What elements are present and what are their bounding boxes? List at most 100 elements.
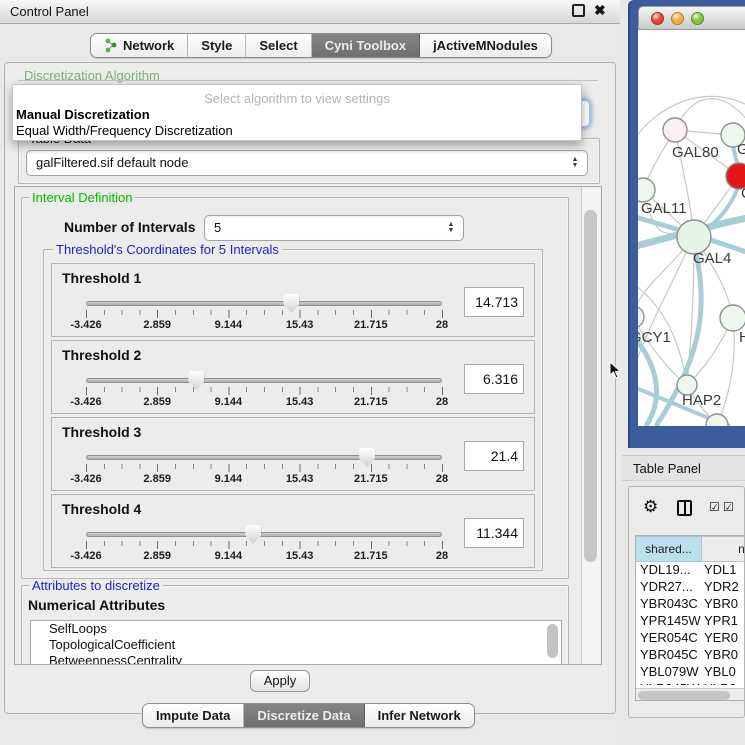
slider-major-ticks xyxy=(86,387,444,395)
number-of-intervals-value: 5 xyxy=(214,220,221,235)
table-data-selected-value: galFiltered.sif default node xyxy=(36,155,188,170)
tab-jactivemnodules[interactable]: jActiveMNodules xyxy=(420,34,551,57)
list-item[interactable]: TopologicalCoefficient xyxy=(31,637,561,653)
column-header-name[interactable]: n xyxy=(702,536,745,562)
thresholds-group-title: Threshold's Coordinates for 5 Intervals xyxy=(53,243,282,256)
network-node[interactable] xyxy=(638,306,644,328)
close-icon[interactable]: ✖ xyxy=(594,2,606,19)
checkbox-icon[interactable]: ☑ xyxy=(723,500,734,514)
threshold-value-field[interactable] xyxy=(464,287,524,317)
cell: YPR1 xyxy=(702,613,745,630)
close-traffic-light[interactable] xyxy=(651,12,664,25)
tab-network[interactable]: Network xyxy=(91,34,188,57)
slider-track[interactable] xyxy=(86,532,442,537)
slider-track[interactable] xyxy=(86,378,442,383)
table-row[interactable]: YDR27...YDR2 xyxy=(636,579,745,596)
settings-scrollbar[interactable] xyxy=(581,188,600,664)
interval-definition-title: Interval Definition xyxy=(29,191,135,204)
number-of-intervals-combobox[interactable]: 5 ▲▼ xyxy=(204,215,464,241)
list-item[interactable]: BetweennessCentrality xyxy=(31,653,561,665)
panel-title: Control Panel xyxy=(10,4,89,19)
table-panel-title: Table Panel xyxy=(633,461,701,476)
threshold-label: Threshold 3 xyxy=(62,424,141,440)
threshold-label: Threshold 2 xyxy=(62,347,141,363)
table-panel-titlebar: Table Panel xyxy=(622,455,745,481)
tab-style[interactable]: Style xyxy=(188,34,246,57)
threshold-value-field[interactable] xyxy=(464,441,524,471)
cell: YER0 xyxy=(702,630,745,647)
threshold-panel: Threshold 1 -3.426 2.859 9.144 15.43 21.… xyxy=(51,263,535,337)
list-item[interactable]: SelfLoops xyxy=(31,621,561,637)
slider-track[interactable] xyxy=(86,301,442,306)
network-node[interactable] xyxy=(677,220,711,254)
network-canvas[interactable]: GAL80 G C GAL11 GAL4 GCY1 H HAP2 xyxy=(638,30,745,426)
cell: YDR27... xyxy=(636,579,702,596)
network-node[interactable] xyxy=(720,305,745,331)
network-icon xyxy=(104,38,118,53)
network-view-window: GAL80 G C GAL11 GAL4 GCY1 H HAP2 xyxy=(628,0,745,448)
tab-cyni-toolbox[interactable]: Cyni Toolbox xyxy=(312,34,420,57)
threshold-panel: Threshold 4 -3.426 2.859 9.144 15.43 21.… xyxy=(51,494,535,568)
table-row[interactable]: YPR145WYPR1 xyxy=(636,613,745,630)
table-row[interactable]: YBL079WYBL0 xyxy=(636,664,745,681)
float-window-icon[interactable] xyxy=(572,4,585,17)
threshold-value-field[interactable] xyxy=(464,518,524,548)
gear-icon[interactable]: ⚙ xyxy=(643,497,658,517)
tick-label: -3.426 xyxy=(70,319,101,331)
slider-track[interactable] xyxy=(86,455,442,460)
control-panel-titlebar: Control Panel ✖ xyxy=(0,0,620,24)
tick-label: 28 xyxy=(436,319,448,331)
attributes-group-title: Attributes to discretize xyxy=(29,579,163,592)
tab-label: Discretize Data xyxy=(257,708,350,723)
table-row[interactable]: YBR043CYBR0 xyxy=(636,596,745,613)
apply-button[interactable]: Apply xyxy=(250,670,310,692)
tick-label: 21.715 xyxy=(354,550,388,562)
network-node[interactable] xyxy=(663,118,687,142)
column-header-shared-name[interactable]: shared... xyxy=(636,536,702,562)
node-label-gal11: GAL11 xyxy=(641,200,687,217)
node-label-gal80: GAL80 xyxy=(672,144,719,161)
dropdown-option-manual[interactable]: Manual Discretization xyxy=(16,107,150,122)
table-toolbar: ⚙ ☑ ☑ xyxy=(629,487,745,531)
tick-label: -3.426 xyxy=(70,473,101,485)
tick-label: 15.43 xyxy=(286,319,314,331)
tab-infer-network[interactable]: Infer Network xyxy=(365,704,474,727)
slider-tick-labels: -3.426 2.859 9.144 15.43 21.715 28 xyxy=(86,550,442,562)
checkbox-icon[interactable]: ☑ xyxy=(709,500,720,514)
table-row[interactable]: YER054CYER0 xyxy=(636,630,745,647)
tab-select[interactable]: Select xyxy=(246,34,311,57)
scrollbar-thumb[interactable] xyxy=(638,691,730,700)
table-horizontal-scrollbar[interactable] xyxy=(636,688,745,701)
table-row[interactable]: YBR045CYBR0 xyxy=(636,647,745,664)
list-scrollbar-thumb[interactable] xyxy=(547,624,558,658)
cell: YBR043C xyxy=(636,596,702,613)
zoom-traffic-light[interactable] xyxy=(691,12,704,25)
node-label-hap2: HAP2 xyxy=(682,392,721,409)
slider-tick-labels: -3.426 2.859 9.144 15.43 21.715 28 xyxy=(86,319,442,331)
numerical-attributes-label: Numerical Attributes xyxy=(25,599,168,612)
dropdown-option-equal-width[interactable]: Equal Width/Frequency Discretization xyxy=(16,123,233,138)
threshold-value-field[interactable] xyxy=(464,364,524,394)
cell: YBL079W xyxy=(636,664,702,681)
screen: Control Panel ✖ Network Style Select Cyn… xyxy=(0,0,745,745)
bottom-tab-bar: Impute Data Discretize Data Infer Networ… xyxy=(142,703,475,728)
mouse-cursor xyxy=(609,361,621,379)
network-node[interactable] xyxy=(638,178,655,202)
tick-label: 15.43 xyxy=(286,550,314,562)
tab-label: jActiveMNodules xyxy=(433,38,538,53)
tick-label: 28 xyxy=(436,396,448,408)
tab-impute-data[interactable]: Impute Data xyxy=(143,704,244,727)
tab-discretize-data[interactable]: Discretize Data xyxy=(244,704,364,727)
columns-icon[interactable] xyxy=(677,500,692,516)
tick-label: 9.144 xyxy=(215,550,243,562)
tick-label: 9.144 xyxy=(215,319,243,331)
settings-scrollpane: Interval Definition Number of Intervals … xyxy=(14,186,602,665)
table-panel-window: ⚙ ☑ ☑ shared... n YDL19...YDL1 YDR27...Y… xyxy=(628,486,745,718)
scrollbar-thumb[interactable] xyxy=(584,210,597,562)
table-row[interactable]: YDL19...YDL1 xyxy=(636,562,745,579)
minimize-traffic-light[interactable] xyxy=(671,12,684,25)
cell: YDL1 xyxy=(702,562,745,579)
table-data-combobox[interactable]: galFiltered.sif default node ▲▼ xyxy=(26,150,588,176)
cell: YDL19... xyxy=(636,562,702,579)
tick-label: 2.859 xyxy=(143,550,171,562)
